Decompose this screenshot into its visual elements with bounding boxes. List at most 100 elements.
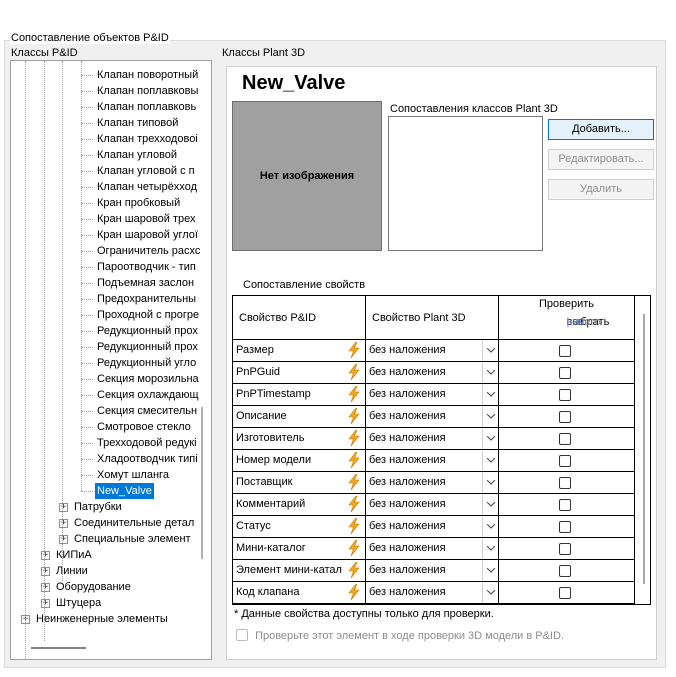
chevron-down-icon[interactable]: [482, 362, 498, 383]
verify-property-checkbox[interactable]: [559, 455, 571, 467]
tree-expand-icon[interactable]: +: [41, 566, 50, 576]
chevron-down-icon[interactable]: [482, 516, 498, 537]
chevron-down-icon[interactable]: [482, 450, 498, 471]
chevron-down-icon[interactable]: [482, 560, 498, 581]
tree-item[interactable]: Клапан угловой: [95, 147, 179, 163]
verify-property-checkbox[interactable]: [559, 587, 571, 599]
verify-property-checkbox[interactable]: [559, 565, 571, 577]
tree-item[interactable]: Кран пробковый: [95, 195, 182, 211]
plant-property-dropdown[interactable]: без наложения: [366, 472, 499, 494]
tree-item-label: Хладоотводчик типі: [97, 453, 198, 465]
verify-checkbox-row[interactable]: Проверьте этот элемент в ходе проверки 3…: [236, 629, 564, 642]
edit-button[interactable]: Редактировать...: [548, 149, 654, 170]
verify-property-checkbox[interactable]: [559, 521, 571, 533]
tree-item[interactable]: + Патрубки: [59, 499, 124, 515]
chevron-down-icon[interactable]: [482, 340, 498, 361]
verify-property-checkbox[interactable]: [559, 477, 571, 489]
table-row: Изготовитель без наложения: [233, 428, 635, 450]
plant-property-dropdown[interactable]: без наложения: [366, 450, 499, 472]
tree-item-label: Неинженерные элементы: [36, 613, 168, 625]
tree-item-label: Хомут шланга: [97, 469, 169, 481]
tree-item[interactable]: + КИПиА: [41, 547, 94, 563]
tree-item[interactable]: Клапан поворотный: [95, 67, 200, 83]
plant-property-dropdown[interactable]: без наложения: [366, 560, 499, 582]
tree-item[interactable]: Клапан поплавковь: [95, 99, 198, 115]
pid-class-tree[interactable]: Клапан поворотный Клапан поплавковы Клапан…: [10, 60, 212, 660]
delete-button[interactable]: Удалить: [548, 179, 654, 200]
tree-item[interactable]: Подъемная заслон: [95, 275, 196, 291]
plant-property-dropdown[interactable]: без наложения: [366, 516, 499, 538]
tree-item[interactable]: Ограничитель расхс: [95, 243, 202, 259]
select-none-link[interactable]: ничего: [567, 316, 601, 328]
tree-item-label: Секция охлаждающ: [97, 389, 199, 401]
tree-expand-icon[interactable]: +: [41, 598, 50, 608]
tree-expand-icon[interactable]: +: [59, 518, 68, 528]
grid-vertical-scrollbar[interactable]: [643, 314, 645, 584]
tree-item[interactable]: Секция смесительн: [95, 403, 199, 419]
property-grid[interactable]: Свойство P&ID Свойство Plant 3D Проверит…: [232, 295, 651, 605]
chevron-down-icon[interactable]: [482, 582, 498, 603]
tree-expand-icon[interactable]: +: [59, 534, 68, 544]
chevron-down-icon[interactable]: [482, 538, 498, 559]
tree-item[interactable]: Редукционный угло: [95, 355, 198, 371]
chevron-down-icon[interactable]: [482, 384, 498, 405]
tree-item[interactable]: Клапан трехходовоі: [95, 131, 200, 147]
tree-item[interactable]: New_Valve: [95, 483, 154, 499]
pid-property-cell: PnPTimestamp: [233, 384, 366, 406]
plant-property-dropdown[interactable]: без наложения: [366, 582, 499, 604]
plant-property-dropdown[interactable]: без наложения: [366, 494, 499, 516]
tree-horizontal-scrollbar[interactable]: [31, 647, 86, 649]
pid-property-name: Поставщик: [236, 476, 293, 488]
chevron-down-icon[interactable]: [482, 428, 498, 449]
chevron-down-icon[interactable]: [482, 406, 498, 427]
plant-property-dropdown[interactable]: без наложения: [366, 538, 499, 560]
tree-item[interactable]: + Соединительные детал: [59, 515, 196, 531]
plant-property-dropdown[interactable]: без наложения: [366, 340, 499, 362]
plant-property-dropdown[interactable]: без наложения: [366, 406, 499, 428]
tree-item[interactable]: Хладоотводчик типі: [95, 451, 200, 467]
verify-checkbox[interactable]: [236, 629, 248, 641]
plant-property-dropdown[interactable]: без наложения: [366, 362, 499, 384]
chevron-down-icon[interactable]: [482, 494, 498, 515]
table-row: Комментарий без наложения: [233, 494, 635, 516]
tree-item[interactable]: Предохранительны: [95, 291, 198, 307]
tree-expand-icon[interactable]: +: [59, 502, 68, 512]
tree-item[interactable]: Смотровое стекло: [95, 419, 193, 435]
tree-item[interactable]: + Оборудование: [41, 579, 133, 595]
header-plant: Свойство Plant 3D: [366, 296, 499, 340]
tree-item[interactable]: Секция охлаждающ: [95, 387, 201, 403]
tree-item[interactable]: Клапан угловой с п: [95, 163, 197, 179]
tree-item[interactable]: Кран шаровой углої: [95, 227, 200, 243]
verify-property-checkbox[interactable]: [559, 433, 571, 445]
tree-item[interactable]: Редукционный прох: [95, 339, 200, 355]
plant-property-dropdown[interactable]: без наложения: [366, 384, 499, 406]
tree-item[interactable]: Секция морозильна: [95, 371, 201, 387]
class-mapping-list[interactable]: [388, 116, 543, 251]
tree-item[interactable]: Клапан поплавковы: [95, 83, 200, 99]
verify-property-checkbox[interactable]: [559, 543, 571, 555]
add-button[interactable]: Добавить...: [548, 119, 654, 140]
plant-property-dropdown[interactable]: без наложения: [366, 428, 499, 450]
header-pid-label: Свойство P&ID: [239, 312, 317, 324]
tree-item[interactable]: Пароотводчик - тип: [95, 259, 198, 275]
verify-property-checkbox[interactable]: [559, 367, 571, 379]
tree-item[interactable]: + Специальные элемент: [59, 531, 193, 547]
tree-item[interactable]: Хомут шланга: [95, 467, 171, 483]
tree-item[interactable]: Клапан типовой: [95, 115, 180, 131]
tree-item[interactable]: Трехходовой редукі: [95, 435, 199, 451]
tree-item[interactable]: Клапан четырёхход: [95, 179, 199, 195]
verify-property-checkbox[interactable]: [559, 345, 571, 357]
verify-property-checkbox[interactable]: [559, 389, 571, 401]
tree-item[interactable]: Кран шаровой трех: [95, 211, 198, 227]
tree-item[interactable]: + Линии: [41, 563, 90, 579]
tree-item[interactable]: Редукционный прох: [95, 323, 200, 339]
tree-item[interactable]: + Штуцера: [41, 595, 103, 611]
check-cell: [499, 538, 635, 560]
verify-property-checkbox[interactable]: [559, 411, 571, 423]
tree-item[interactable]: Проходной с прогре: [95, 307, 201, 323]
tree-vertical-scrollbar[interactable]: [201, 407, 203, 559]
tree-expand-icon[interactable]: +: [41, 582, 50, 592]
chevron-down-icon[interactable]: [482, 472, 498, 493]
tree-expand-icon[interactable]: +: [41, 550, 50, 560]
verify-property-checkbox[interactable]: [559, 499, 571, 511]
